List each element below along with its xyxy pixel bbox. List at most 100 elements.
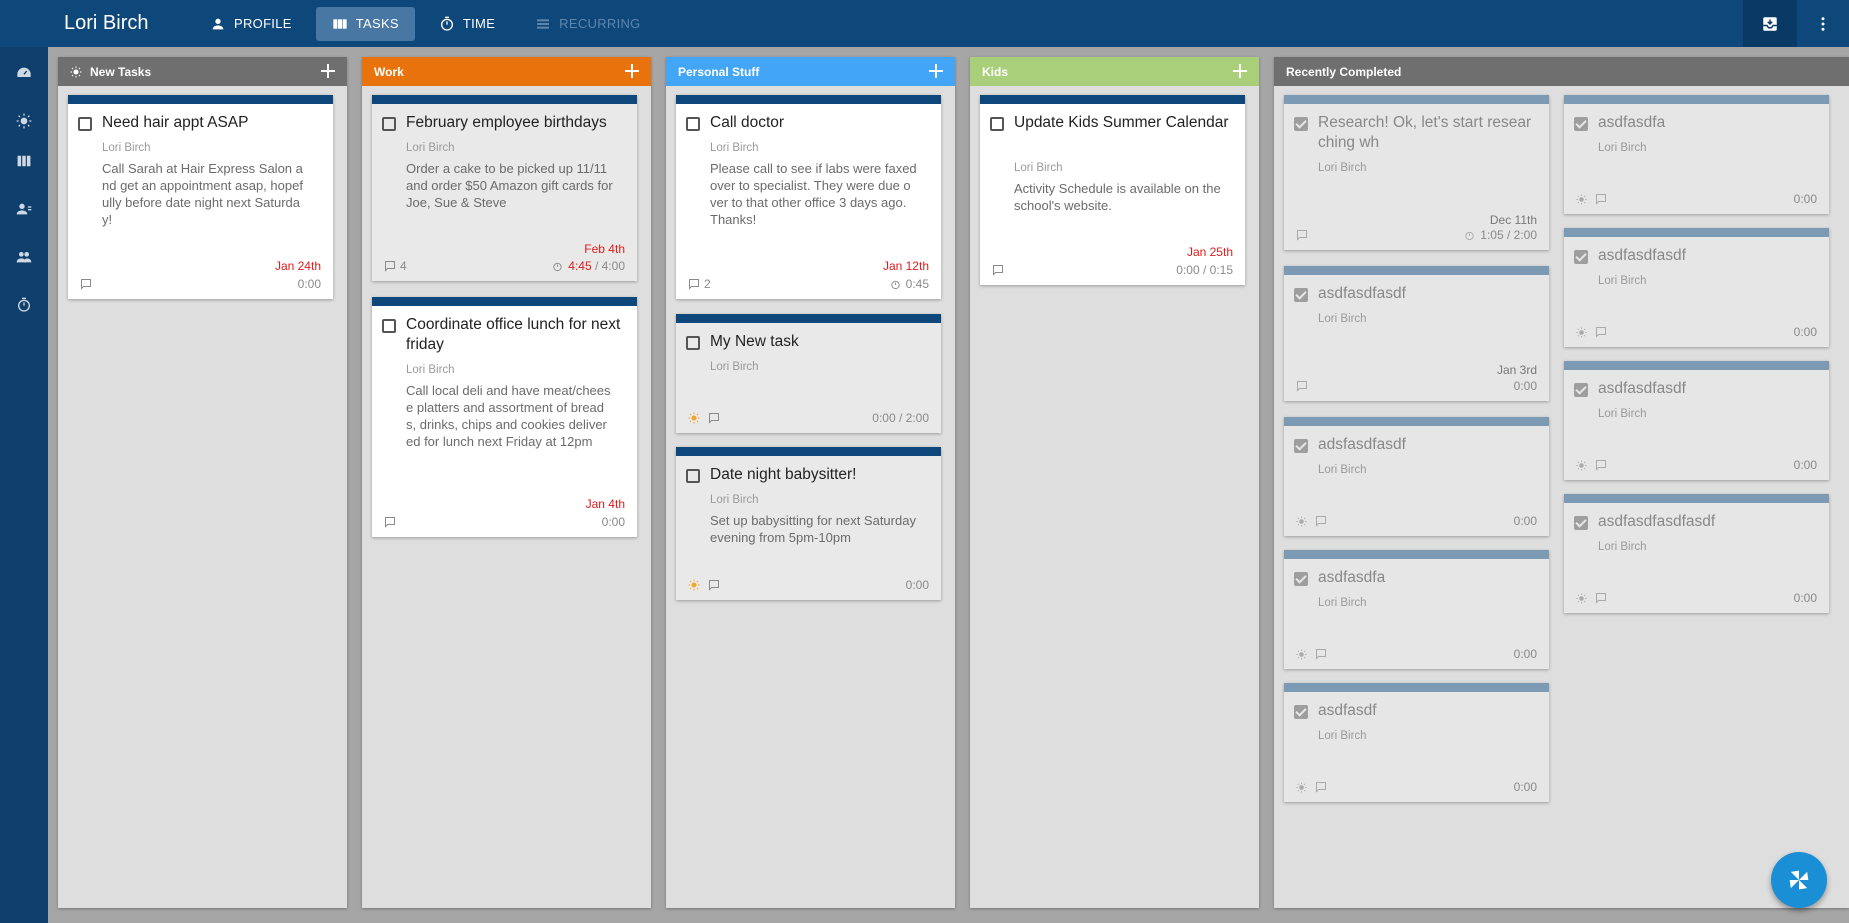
inbox-button[interactable] <box>1743 0 1797 47</box>
comment-icon[interactable] <box>80 278 92 290</box>
inbox-icon <box>1763 16 1777 31</box>
completed-task-card[interactable]: asdfasdfasdfasdf Lori Birch 0:00 <box>1564 494 1829 613</box>
board-icon[interactable] <box>12 149 36 173</box>
add-task-button[interactable] <box>623 62 641 80</box>
tab-tasks[interactable]: TASKS <box>315 6 415 41</box>
task-due-date: Jan 4th <box>585 497 625 511</box>
task-owner: Lori Birch <box>1014 162 1063 174</box>
task-checkbox[interactable] <box>686 336 700 350</box>
comment-icon[interactable] <box>384 260 396 272</box>
completed-task-card[interactable]: asdfasdfasdf Lori Birch Jan 3rd 0:00 <box>1284 266 1549 401</box>
comment-icon[interactable] <box>1315 781 1327 793</box>
contact-icon[interactable] <box>12 197 36 221</box>
task-footer: 2 0:45 <box>688 277 929 291</box>
task-title: asdfasdfa <box>1318 569 1386 586</box>
task-checkbox[interactable] <box>990 117 1004 131</box>
completed-task-card[interactable]: asdfasdfasdf Lori Birch 0:00 <box>1564 228 1829 347</box>
task-time: 1:05 / 2:00 <box>1464 228 1537 242</box>
completed-task-card[interactable]: asdfasdf Lori Birch 0:00 <box>1284 683 1549 802</box>
task-card[interactable]: Coordinate office lunch for next friday … <box>372 297 637 537</box>
column-header: Personal Stuff <box>666 57 955 86</box>
task-checkbox[interactable] <box>382 319 396 333</box>
comment-icon[interactable] <box>708 579 720 591</box>
column-header: Kids <box>970 57 1259 86</box>
task-card[interactable]: Date night babysitter! Lori Birch Set up… <box>676 447 941 600</box>
sun-icon[interactable] <box>1576 326 1587 338</box>
task-footer: 0:00 <box>688 578 929 592</box>
comment-icon[interactable] <box>992 264 1004 276</box>
task-checkbox[interactable] <box>1294 288 1308 302</box>
completed-task-card[interactable]: Research! Ok, let's start researching wh… <box>1284 95 1549 250</box>
comment-icon[interactable] <box>1595 326 1607 338</box>
task-time: 0:00 <box>1513 647 1537 661</box>
task-checkbox[interactable] <box>1294 439 1308 453</box>
topbar-actions <box>1743 0 1849 47</box>
add-task-button[interactable] <box>319 62 337 80</box>
completed-task-card[interactable]: asdfasdfa Lori Birch 0:00 <box>1564 95 1829 214</box>
top-app-bar: Lori Birch PROFILE TASKS TIME RECURRING <box>0 0 1849 47</box>
quick-action-fab[interactable] <box>1771 852 1827 908</box>
completed-task-card[interactable]: asdfasdfasdf Lori Birch 0:00 <box>1564 361 1829 480</box>
task-checkbox[interactable] <box>686 117 700 131</box>
task-checkbox[interactable] <box>78 117 92 131</box>
more-menu-button[interactable] <box>1797 0 1849 47</box>
view-columns-icon <box>333 18 347 29</box>
task-checkbox[interactable] <box>1574 250 1588 264</box>
task-checkbox[interactable] <box>686 469 700 483</box>
task-title: asdfasdf <box>1318 702 1377 719</box>
task-title: My New task <box>710 333 799 350</box>
task-checkbox[interactable] <box>1574 117 1588 131</box>
sun-icon[interactable] <box>688 579 700 591</box>
sun-icon[interactable] <box>1296 515 1307 527</box>
group-icon[interactable] <box>12 245 36 269</box>
side-rail <box>0 47 48 923</box>
completed-task-card[interactable]: adsfasdfasdf Lori Birch 0:00 <box>1284 417 1549 536</box>
task-time: 0:00 <box>297 277 321 291</box>
plus-icon <box>321 64 335 78</box>
task-checkbox[interactable] <box>382 117 396 131</box>
task-card[interactable]: Need hair appt ASAP Lori Birch Call Sara… <box>68 95 333 299</box>
comment-icon[interactable] <box>1296 229 1308 241</box>
task-owner: Lori Birch <box>102 142 151 154</box>
tab-recurring[interactable]: RECURRING <box>519 7 656 41</box>
task-checkbox[interactable] <box>1294 117 1308 131</box>
comment-icon[interactable] <box>1595 193 1607 205</box>
comment-icon[interactable] <box>688 278 700 290</box>
task-footer: 1:05 / 2:00 <box>1296 228 1537 242</box>
task-checkbox[interactable] <box>1294 572 1308 586</box>
sun-icon[interactable] <box>1576 592 1587 604</box>
sun-icon[interactable] <box>1576 459 1587 471</box>
tab-profile[interactable]: PROFILE <box>194 7 308 41</box>
tab-time[interactable]: TIME <box>423 7 511 41</box>
task-footer: 0:00 <box>1576 192 1817 206</box>
dashboard-icon[interactable] <box>12 61 36 85</box>
add-task-button[interactable] <box>1231 62 1249 80</box>
sun-icon[interactable] <box>1296 648 1307 660</box>
completed-task-card[interactable]: asdfasdfa Lori Birch 0:00 <box>1284 550 1549 669</box>
comment-icon[interactable] <box>1315 648 1327 660</box>
comment-icon[interactable] <box>1595 592 1607 604</box>
comment-icon[interactable] <box>1296 380 1308 392</box>
column-title: New Tasks <box>90 64 152 79</box>
task-card[interactable]: My New task Lori Birch 0:00 / 2:00 <box>676 314 941 433</box>
time-spent: 1:05 / 2:00 <box>1480 228 1537 242</box>
task-card[interactable]: February employee birthdays Lori Birch O… <box>372 95 637 281</box>
comment-icon[interactable] <box>1315 515 1327 527</box>
sun-icon[interactable] <box>688 412 700 424</box>
comment-icon[interactable] <box>708 412 720 424</box>
task-card[interactable]: Call doctor Lori Birch Please call to se… <box>676 95 941 299</box>
task-card[interactable]: Update Kids Summer Calendar Lori Birch A… <box>980 95 1245 285</box>
task-checkbox[interactable] <box>1574 516 1588 530</box>
task-due-date: Jan 25th <box>1186 245 1233 259</box>
timer-icon[interactable] <box>12 293 36 317</box>
sun-icon[interactable] <box>1296 781 1307 793</box>
sun-icon[interactable] <box>1576 193 1587 205</box>
comment-icon[interactable] <box>1595 459 1607 471</box>
add-task-button[interactable] <box>927 62 945 80</box>
sun-icon[interactable] <box>12 109 36 133</box>
task-checkbox[interactable] <box>1574 383 1588 397</box>
comment-icon[interactable] <box>384 516 396 528</box>
column-header: Recently Completed <box>1274 57 1849 86</box>
task-time: 0:00 <box>1793 458 1817 472</box>
task-checkbox[interactable] <box>1294 705 1308 719</box>
